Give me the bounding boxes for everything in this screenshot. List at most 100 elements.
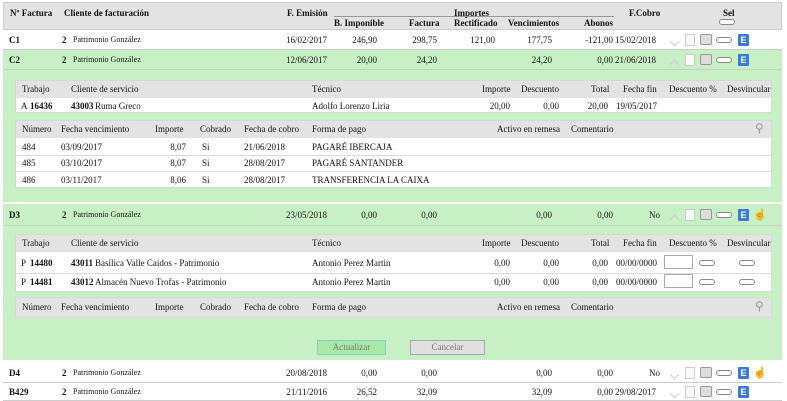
row-client-num: 2 (62, 368, 67, 378)
work-importe: 20,00 (489, 101, 510, 111)
col-vencimientos: Vencimientos (508, 18, 560, 28)
table-row[interactable]: B429 2 Patrimonio González 21/11/2016 26… (3, 383, 782, 401)
work-id-link[interactable]: 14481 (30, 276, 53, 288)
ph-formapago: Forma de pago (312, 302, 366, 312)
toggle-icon[interactable] (716, 370, 732, 376)
table-row[interactable]: D3 2 Patrimonio González 23/05/2018 0,00… (3, 204, 782, 226)
e-icon[interactable]: E (738, 54, 749, 66)
search-icon[interactable]: ⚲ (755, 300, 764, 312)
table-row[interactable]: C2 2 Patrimonio González 12/06/2017 20,0… (3, 50, 782, 70)
wh-importe: Importe (482, 238, 511, 248)
chevron-down-icon[interactable] (669, 388, 680, 399)
wh-total: Total (591, 84, 610, 94)
cancelar-button[interactable]: Cancelar (410, 340, 485, 355)
toggle-icon[interactable] (716, 57, 732, 63)
document-icon[interactable] (685, 54, 695, 66)
row-abonos: 0,00 (597, 55, 613, 65)
divider (16, 171, 771, 172)
discount-percent-input[interactable] (664, 255, 693, 269)
toggle-icon[interactable] (699, 279, 715, 285)
work-importe: 0,00 (494, 258, 510, 268)
unlink-toggle[interactable] (739, 260, 755, 266)
hand-pointer-icon[interactable]: ☝ (753, 209, 767, 221)
row-factura: 0,00 (421, 210, 437, 220)
chevron-down-icon[interactable] (669, 36, 680, 47)
search-icon[interactable]: ⚲ (755, 122, 764, 134)
col-nfactura: Nº Factura (10, 8, 53, 18)
ph-comentario: Comentario (571, 302, 614, 312)
row-vencimientos: 0,00 (536, 368, 552, 378)
ph-importe: Importe (155, 124, 184, 134)
row-date: 12/06/2017 (285, 55, 327, 65)
toggle-icon[interactable] (716, 212, 732, 218)
toggle-icon[interactable] (716, 37, 732, 43)
row-date: 23/05/2018 (285, 210, 327, 220)
row-vencimientos: 32,09 (531, 387, 552, 397)
row-abonos: 0,00 (597, 210, 613, 220)
document-icon[interactable] (685, 367, 695, 379)
work-id-link[interactable]: 14480 (30, 257, 53, 269)
table-row[interactable]: C1 2 Patrimonio González 16/02/2017 246,… (3, 30, 782, 50)
row-id: D3 (9, 210, 20, 220)
printer-icon[interactable] (700, 367, 712, 378)
chevron-down-icon[interactable] (669, 369, 680, 380)
document-icon[interactable] (685, 209, 695, 221)
discount-percent-input[interactable] (664, 274, 693, 288)
row-factura: 298,75 (412, 35, 437, 45)
e-icon[interactable]: E (738, 34, 749, 46)
work-table-header: Trabajo Cliente de servicio Técnico Impo… (16, 81, 771, 98)
pay-fcobro: 28/08/2017 (244, 175, 286, 185)
unlink-toggle[interactable] (739, 279, 755, 285)
col-sel: Sel (723, 8, 735, 18)
work-cli-name: Ruma Greco (95, 101, 141, 111)
pay-cobrado: Si (202, 158, 210, 168)
toggle-icon[interactable] (699, 260, 715, 266)
ph-fechacobro: Fecha de cobro (244, 124, 299, 134)
printer-icon[interactable] (700, 34, 712, 45)
work-descuento: 0,00 (543, 277, 559, 287)
pay-numero: 485 (22, 158, 36, 168)
wh-total: Total (591, 238, 610, 248)
e-icon[interactable]: E (738, 386, 749, 398)
wh-cliente: Cliente de servicio (71, 84, 139, 94)
actualizar-button[interactable]: Actualizar (317, 340, 386, 355)
pay-numero: 484 (22, 142, 36, 152)
chevron-up-icon[interactable] (669, 59, 680, 70)
ph-formapago: Forma de pago (312, 124, 366, 134)
wh-trabajo: Trabajo (22, 238, 50, 248)
work-id-link[interactable]: 16436 (30, 100, 53, 112)
pay-importe: 8,07 (170, 158, 186, 168)
wh-cliente: Cliente de servicio (71, 238, 139, 248)
divider (16, 273, 771, 274)
row-rectificado: 121,00 (470, 35, 495, 45)
e-icon[interactable]: E (738, 209, 749, 221)
row-base: 246,90 (352, 35, 377, 45)
work-fechafin: 00/00/0000 (616, 277, 658, 287)
document-icon[interactable] (685, 386, 695, 398)
work-prefix: P (21, 258, 27, 268)
toggle-icon[interactable] (716, 389, 732, 395)
printer-icon[interactable] (700, 386, 712, 397)
select-all-toggle[interactable] (719, 19, 735, 25)
e-icon[interactable]: E (738, 367, 749, 379)
row-client: Patrimonio González (73, 55, 141, 64)
ph-numero: Número (22, 302, 52, 312)
row-base: 0,00 (361, 368, 377, 378)
table-row[interactable]: D4 2 Patrimonio González 20/08/2018 0,00… (3, 363, 782, 383)
row-fcobro: 21/06/2018 (615, 55, 657, 65)
row-vencimientos: 24,20 (531, 55, 552, 65)
printer-icon[interactable] (700, 54, 712, 65)
row-abonos: 0,00 (597, 368, 613, 378)
pay-importe: 8,06 (170, 175, 186, 185)
row-factura: 24,20 (416, 55, 437, 65)
row-client-num: 2 (62, 35, 67, 45)
document-icon[interactable] (685, 34, 695, 46)
chevron-up-icon[interactable] (669, 214, 680, 225)
hand-pointer-icon[interactable]: ☝ (753, 367, 767, 379)
row-id: C1 (9, 35, 20, 45)
row-date: 16/02/2017 (285, 35, 327, 45)
row-factura: 0,00 (421, 368, 437, 378)
printer-icon[interactable] (700, 209, 712, 220)
col-rectificado: Rectificado (454, 18, 498, 28)
ph-comentario: Comentario (571, 124, 614, 134)
